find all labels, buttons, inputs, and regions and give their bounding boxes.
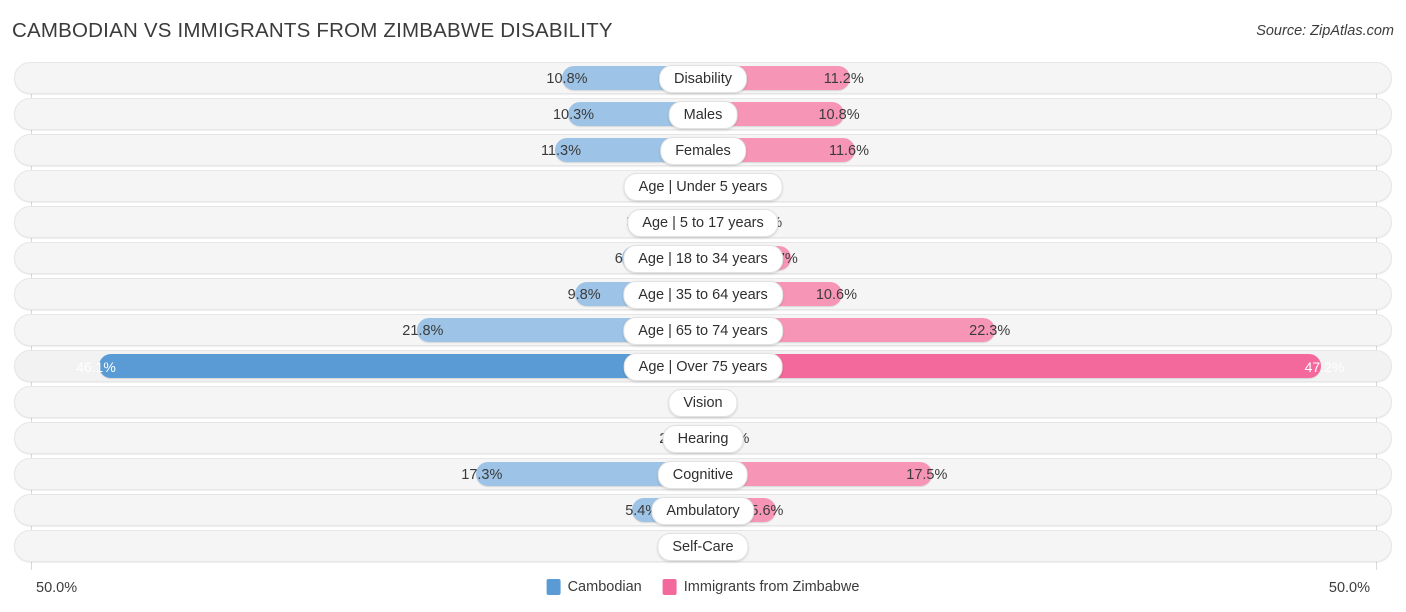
category-label-pill: Vision (668, 389, 738, 417)
chart-row: 2.8%3.0%Hearing (14, 422, 1392, 454)
chart-rows: 10.8% 11.2% Disability 10.3% 10.8% Males 11.3%… (0, 62, 1406, 562)
category-label-pill: Hearing (662, 425, 744, 453)
category-label-pill: Self-Care (657, 533, 749, 561)
legend-swatch-icon (546, 579, 561, 595)
chart-row: 21.8% 22.3% Age | 65 to 74 years (14, 314, 1392, 346)
chart-row: 46.1% 47.2% Age | Over 75 years (14, 350, 1392, 382)
chart-row: 9.8% 10.6% Age | 35 to 64 years (14, 278, 1392, 310)
category-label-pill: Cognitive (657, 461, 749, 489)
value-label-cambodian: 9.8% (567, 287, 601, 303)
value-label-cambodian: 21.8% (402, 323, 444, 339)
value-label-immigrants-from-zimbabwe: 5.6% (750, 503, 784, 519)
source-attribution: Source: ZipAtlas.com (1256, 23, 1394, 39)
value-label-cambodian: 10.8% (546, 71, 588, 87)
legend-item: Cambodian (546, 579, 642, 595)
value-label-cambodian: 10.3% (552, 107, 595, 123)
legend-label: Immigrants from Zimbabwe (683, 579, 860, 595)
value-label-immigrants-from-zimbabwe: 11.6% (828, 143, 869, 159)
chart-row: 17.3% 17.5% Cognitive (14, 458, 1392, 490)
category-label-pill: Disability (658, 65, 748, 93)
category-label-pill: Ambulatory (651, 497, 755, 525)
chart-row: 10.3% 10.8% Males (14, 98, 1392, 130)
axis-label-left: 50.0% (36, 580, 78, 596)
value-label-immigrants-from-zimbabwe: 10.8% (818, 107, 860, 123)
category-label-pill: Age | 35 to 64 years (623, 281, 783, 309)
chart-header: CAMBODIAN VS IMMIGRANTS FROM ZIMBABWE DI… (0, 0, 1406, 58)
bar-immigrants-from-zimbabwe (703, 354, 1322, 378)
diverging-bar-chart: 10.8% 11.2% Disability 10.3% 10.8% Males 11.3%… (0, 62, 1406, 570)
category-label-pill: Age | Over 75 years (623, 353, 783, 381)
category-label-pill: Age | 18 to 34 years (623, 245, 783, 273)
chart-legend: Cambodian Immigrants from Zimbabwe (546, 579, 860, 595)
chart-row: 10.8% 11.2% Disability (14, 62, 1392, 94)
category-label-pill: Age | 5 to 17 years (627, 209, 779, 237)
axis-label-right: 50.0% (1328, 580, 1370, 596)
value-label-immigrants-from-zimbabwe: 11.2% (823, 71, 864, 87)
chart-row: 6.2%6.7%Age | 18 to 34 years (14, 242, 1392, 274)
value-label-cambodian: 17.3% (461, 467, 503, 483)
category-label-pill: Age | Under 5 years (623, 173, 783, 201)
value-label-immigrants-from-zimbabwe: 47.2% (1304, 359, 1345, 375)
category-label-pill: Males (668, 101, 738, 129)
chart-row: 5.3%5.5%Age | 5 to 17 years (14, 206, 1392, 238)
value-label-cambodian: 11.3% (540, 143, 581, 159)
value-label-cambodian: 46.1% (76, 359, 116, 375)
value-label-immigrants-from-zimbabwe: 22.3% (969, 323, 1011, 339)
page-title: CAMBODIAN VS IMMIGRANTS FROM ZIMBABWE DI… (12, 19, 613, 42)
chart-row: 2.2%2.3%Self-Care (14, 530, 1392, 562)
chart-row: 2.0%2.1%Vision (14, 386, 1392, 418)
chart-row: 5.4% 5.6% Ambulatory (14, 494, 1392, 526)
legend-label: Cambodian (567, 579, 642, 595)
bar-cambodian (99, 354, 703, 378)
chart-row: 1.2%1.2%Age | Under 5 years (14, 170, 1392, 202)
legend-item: Immigrants from Zimbabwe (662, 579, 860, 595)
category-label-pill: Females (660, 137, 746, 165)
chart-footer: 50.0% Cambodian Immigrants from Zimbabwe … (0, 572, 1406, 612)
chart-row: 11.3% 11.6% Females (14, 134, 1392, 166)
value-label-immigrants-from-zimbabwe: 10.6% (815, 287, 857, 303)
category-label-pill: Age | 65 to 74 years (623, 317, 783, 345)
legend-swatch-icon (662, 579, 677, 595)
value-label-immigrants-from-zimbabwe: 17.5% (906, 467, 948, 483)
